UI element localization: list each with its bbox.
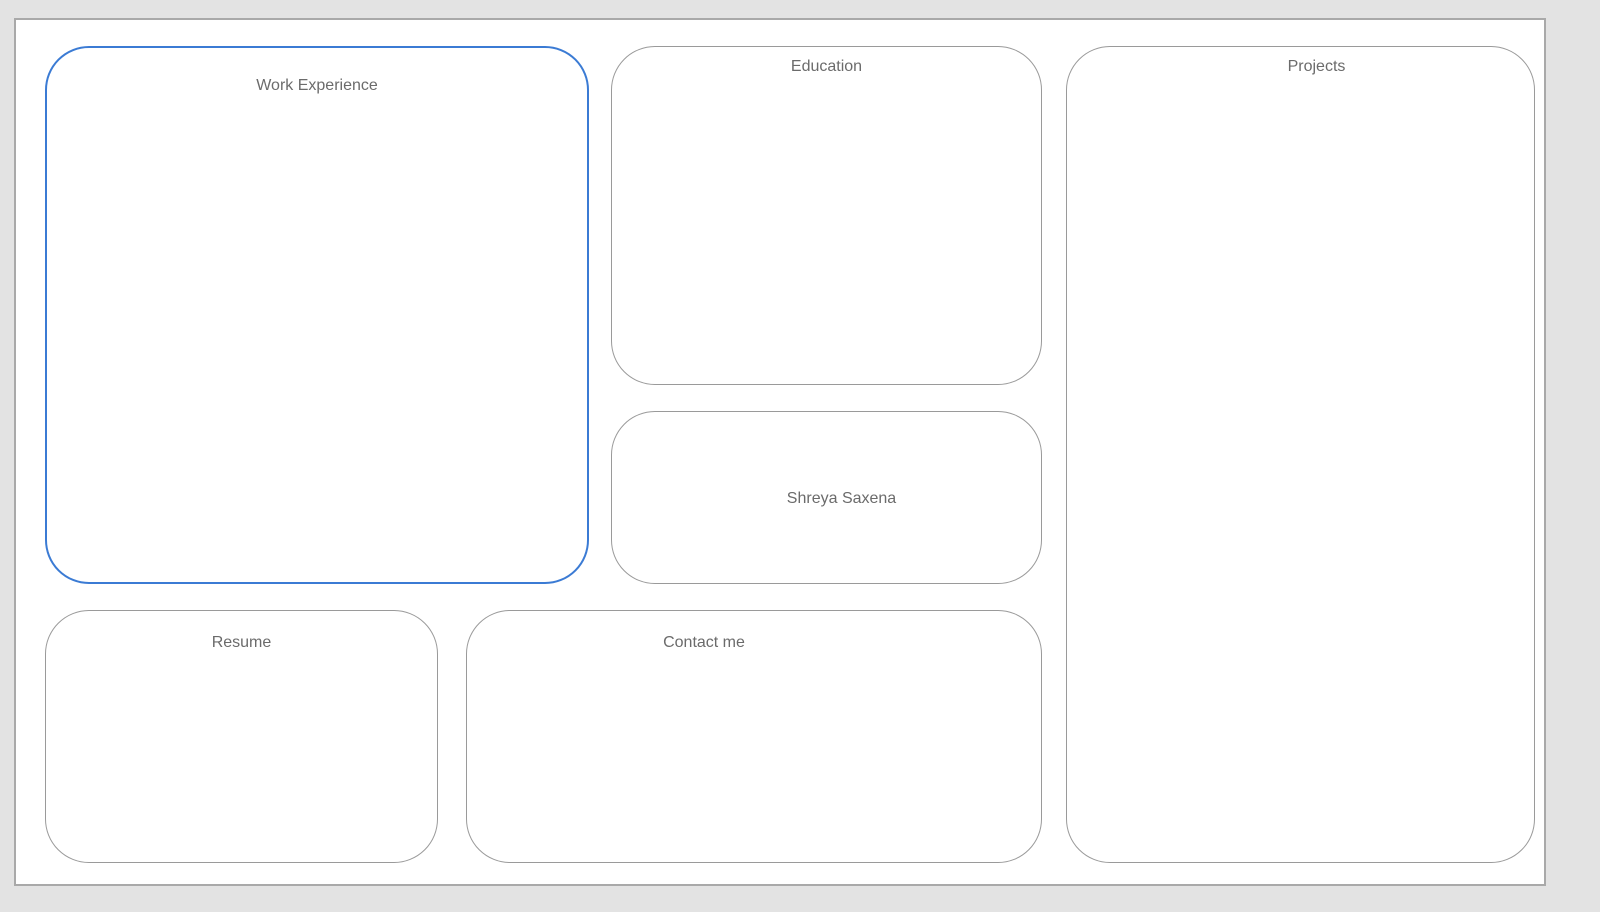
contact-title: Contact me	[663, 634, 745, 651]
education-card[interactable]: Education	[611, 46, 1042, 385]
resume-card[interactable]: Resume	[45, 610, 438, 863]
name-title: Shreya Saxena	[786, 490, 897, 507]
name-card[interactable]: Shreya Saxena	[611, 411, 1042, 584]
projects-title: Projects	[1287, 58, 1346, 75]
projects-card[interactable]: Projects	[1066, 46, 1535, 863]
contact-card[interactable]: Contact me	[466, 610, 1042, 863]
work-experience-title: Work Experience	[256, 77, 378, 94]
education-title: Education	[790, 58, 863, 75]
work-experience-card[interactable]: Work Experience	[45, 46, 589, 584]
resume-title: Resume	[211, 634, 272, 651]
